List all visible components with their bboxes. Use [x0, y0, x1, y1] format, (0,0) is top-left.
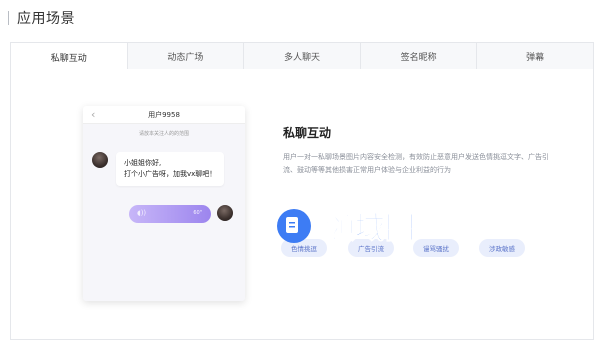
tab-signature-nickname[interactable]: 签名昵称: [361, 43, 478, 69]
tag-ad-traffic[interactable]: 广告引流: [348, 239, 394, 257]
tab-private-chat[interactable]: 私聊互动: [11, 43, 128, 72]
voice-bubble[interactable]: ◖)) 60": [129, 205, 211, 223]
chat-notice: 请放本关注人的的范围: [138, 131, 189, 137]
sender-avatar: [92, 152, 108, 168]
feature-description: 用户一对一私聊场景图片内容安全检测，有效防止恶意用户发送色情挑逗文字、广告引流、…: [283, 153, 549, 174]
incoming-message: 小姐姐你好, 打个小广告呀，加我vx聊吧！: [92, 152, 225, 186]
chat-username: 用户9958: [148, 110, 180, 119]
feature-title: 私聊互动: [283, 126, 332, 140]
back-arrow-icon: ‹: [91, 108, 96, 121]
key-points-label: 重点: [286, 216, 300, 224]
incoming-bubble: 小姐姐你好, 打个小广告呀，加我vx聊吧！: [116, 152, 225, 186]
outgoing-message: ◖)) 60": [129, 205, 233, 223]
tab-danmaku[interactable]: 弹幕: [477, 43, 593, 69]
tag-harassment[interactable]: 谩骂骚扰: [413, 239, 459, 257]
incoming-text-line1: 小姐姐你好,: [124, 159, 162, 167]
phone-mockup: ‹ 用户9958 请放本关注人的的范围 小姐姐你好, 打个小广告呀，加我vx聊吧…: [83, 106, 245, 301]
section-title: 应用场景: [17, 11, 75, 27]
incoming-text-line2: 打个小广告呀，加我vx聊吧！: [124, 170, 217, 178]
voice-duration: 60": [193, 210, 202, 216]
tab-feed-square[interactable]: 动态广场: [128, 43, 245, 69]
tab-panel: ‹ 用户9958 请放本关注人的的范围 小姐姐你好, 打个小广告呀，加我vx聊吧…: [10, 69, 594, 340]
receiver-avatar: [217, 205, 233, 221]
voice-wave-icon: ◖)): [137, 209, 147, 217]
section-header: 应用场景: [8, 8, 75, 28]
tag-pornographic[interactable]: 色情挑逗: [281, 239, 327, 257]
tag-political[interactable]: 涉政敏感: [479, 239, 525, 257]
scene-tabs: 私聊互动 动态广场 多人聊天 签名昵称 弹幕: [10, 42, 594, 72]
title-divider: [8, 11, 9, 25]
tab-group-chat[interactable]: 多人聊天: [244, 43, 361, 69]
chat-header: ‹ 用户9958: [83, 106, 245, 124]
